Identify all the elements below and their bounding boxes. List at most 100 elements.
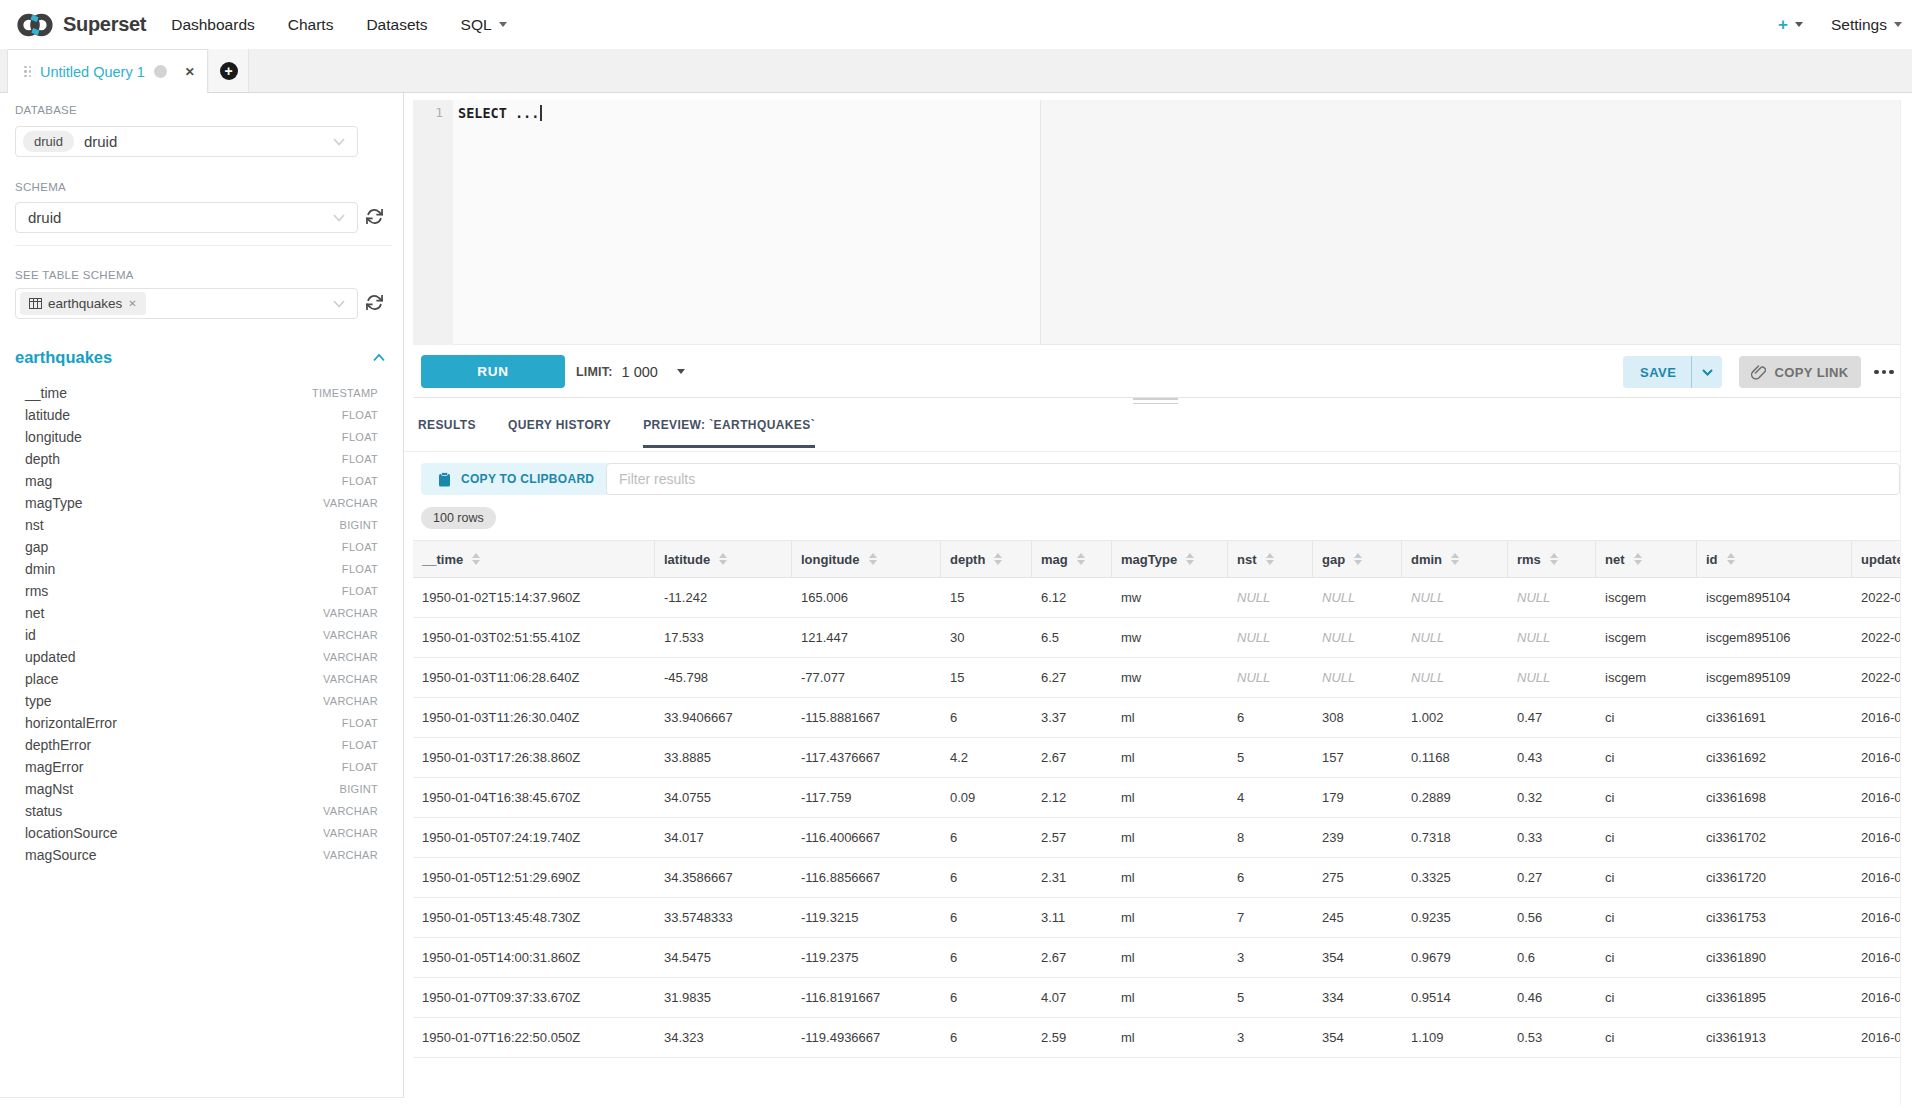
grid-column-header[interactable]: dmin <box>1402 541 1508 577</box>
grid-cell: ml <box>1112 938 1228 977</box>
grid-cell: 308 <box>1313 698 1402 737</box>
grid-cell: 1950-01-05T13:45:48.730Z <box>413 898 655 937</box>
grid-cell: ml <box>1112 818 1228 857</box>
grid-cell: 2016-0 <box>1852 858 1900 897</box>
grid-cell: 157 <box>1313 738 1402 777</box>
nav-sql[interactable]: SQL <box>461 16 507 34</box>
pane-resize-handle[interactable] <box>1133 398 1178 407</box>
database-name: druid <box>84 133 117 150</box>
grid-column-label: dmin <box>1411 552 1442 567</box>
nav-label: Dashboards <box>171 16 255 34</box>
copy-link-button[interactable]: COPY LINK <box>1739 356 1861 388</box>
tab-untitled-query[interactable]: Untitled Query 1 ✕ <box>7 49 208 93</box>
dot-icon <box>1889 370 1894 375</box>
sql-code-line: SELECT ... <box>458 105 542 121</box>
sql-editor[interactable]: 1 SELECT ... <box>413 100 1900 345</box>
sort-icon[interactable] <box>1266 553 1274 565</box>
grid-row: 1950-01-07T09:37:33.670Z31.9835-116.8191… <box>413 978 1900 1018</box>
divider <box>404 451 1900 452</box>
sort-icon[interactable] <box>719 553 727 565</box>
refresh-schemas-icon[interactable] <box>365 207 385 227</box>
table-section-header[interactable]: earthquakes <box>15 348 385 367</box>
sort-icon[interactable] <box>994 553 1002 565</box>
settings-menu[interactable]: Settings <box>1831 16 1902 34</box>
chevron-down-icon <box>1702 369 1713 376</box>
grid-column-header[interactable]: mag <box>1032 541 1112 577</box>
grid-cell: 6 <box>941 938 1032 977</box>
result-tab-query-history[interactable]: QUERY HISTORY <box>508 418 611 448</box>
sort-icon[interactable] <box>1727 553 1735 565</box>
database-select[interactable]: druid druid <box>15 126 358 157</box>
grid-cell: -117.759 <box>792 778 941 817</box>
nav-dashboards[interactable]: Dashboards <box>171 16 255 34</box>
grid-column-header[interactable]: rms <box>1508 541 1596 577</box>
save-dropdown-button[interactable] <box>1692 369 1722 376</box>
remove-table-icon[interactable]: ✕ <box>128 298 136 309</box>
grid-column-label: longitude <box>801 552 860 567</box>
grid-cell: 6.27 <box>1032 658 1112 697</box>
new-item-button[interactable]: + <box>1778 15 1803 35</box>
limit-dropdown[interactable]: LIMIT: 1 000 <box>576 355 685 388</box>
table-select[interactable]: earthquakes ✕ <box>15 288 358 319</box>
grid-column-header[interactable]: nst <box>1228 541 1313 577</box>
grid-cell: ci3361698 <box>1697 778 1852 817</box>
sort-icon[interactable] <box>1186 553 1194 565</box>
schema-column-row: longitudeFLOAT <box>15 426 388 448</box>
sort-icon[interactable] <box>1550 553 1558 565</box>
superset-logo[interactable]: Superset <box>14 10 146 40</box>
grid-column-header[interactable]: id <box>1697 541 1852 577</box>
column-type: BIGINT <box>340 519 378 531</box>
table-chip: earthquakes ✕ <box>20 292 146 315</box>
refresh-tables-icon[interactable] <box>365 293 385 313</box>
grid-cell: -116.8856667 <box>792 858 941 897</box>
result-tab-preview-earthquakes[interactable]: PREVIEW: `EARTHQUAKES` <box>643 418 815 448</box>
sort-icon[interactable] <box>1451 553 1459 565</box>
more-options-button[interactable] <box>1866 356 1902 388</box>
schema-column-row: magErrorFLOAT <box>15 756 388 778</box>
grid-row: 1950-01-05T12:51:29.690Z34.3586667-116.8… <box>413 858 1900 898</box>
run-button[interactable]: RUN <box>421 355 565 388</box>
grid-column-header[interactable]: __time <box>413 541 655 577</box>
grid-column-header[interactable]: latitude <box>655 541 792 577</box>
nav-datasets[interactable]: Datasets <box>366 16 427 34</box>
grid-cell: -119.3215 <box>792 898 941 937</box>
grid-cell: 354 <box>1313 1018 1402 1057</box>
schema-select[interactable]: druid <box>15 202 358 233</box>
grid-column-header[interactable]: net <box>1596 541 1697 577</box>
sort-icon[interactable] <box>472 553 480 565</box>
close-tab-icon[interactable]: ✕ <box>185 65 195 79</box>
grid-cell: NULL <box>1402 658 1508 697</box>
table-icon <box>29 298 42 309</box>
column-name: nst <box>25 517 44 533</box>
grid-cell: 1950-01-05T14:00:31.860Z <box>413 938 655 977</box>
sql-lab-main: 1 SELECT ... RUN LIMIT: 1 000 SAVE <box>404 93 1912 1108</box>
grid-cell: NULL <box>1228 578 1313 617</box>
grid-cell: iscgem <box>1596 658 1697 697</box>
grid-column-header[interactable]: magType <box>1112 541 1228 577</box>
sort-icon[interactable] <box>1354 553 1362 565</box>
grid-column-header[interactable]: updated <box>1852 541 1900 577</box>
column-type: FLOAT <box>342 585 378 597</box>
save-button[interactable]: SAVE <box>1623 356 1722 388</box>
sort-icon[interactable] <box>869 553 877 565</box>
grid-column-header[interactable]: gap <box>1313 541 1402 577</box>
new-tab-button[interactable]: + <box>209 49 249 92</box>
divider <box>1900 100 1901 1105</box>
filter-results-input[interactable] <box>606 463 1900 495</box>
grid-cell: 7 <box>1228 898 1313 937</box>
grid-column-header[interactable]: longitude <box>792 541 941 577</box>
grid-column-label: updated <box>1861 552 1900 567</box>
grid-cell: 1.109 <box>1402 1018 1508 1057</box>
copy-to-clipboard-button[interactable]: COPY TO CLIPBOARD <box>421 463 611 495</box>
grid-cell: ml <box>1112 978 1228 1017</box>
grid-cell: ci3361692 <box>1697 738 1852 777</box>
sort-icon[interactable] <box>1077 553 1085 565</box>
sort-icon[interactable] <box>1634 553 1642 565</box>
grid-cell: 2.57 <box>1032 818 1112 857</box>
result-tab-results[interactable]: RESULTS <box>418 418 476 448</box>
schema-column-row: latitudeFLOAT <box>15 404 388 426</box>
result-tabs: RESULTS QUERY HISTORY PREVIEW: `EARTHQUAKE… <box>418 418 815 448</box>
nav-charts[interactable]: Charts <box>288 16 334 34</box>
grid-column-header[interactable]: depth <box>941 541 1032 577</box>
grid-cell: ml <box>1112 1018 1228 1057</box>
